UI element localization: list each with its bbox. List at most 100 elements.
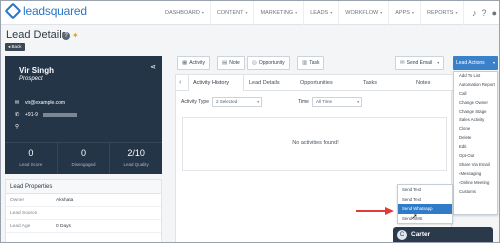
menu-item-edit[interactable]: Edit	[454, 143, 497, 152]
avatar: C	[397, 230, 407, 240]
menu-item-automation-report[interactable]: Automation Report	[454, 81, 497, 90]
chevron-down-icon: ▾	[411, 10, 414, 15]
chevron-down-icon: ▾	[492, 60, 495, 65]
lead-profile-card: Vir Singh Prospect ⋖ ✉ vir@example.com ✆…	[5, 56, 162, 174]
back-button[interactable]: ◂ Back	[5, 43, 25, 51]
tab-tasks[interactable]: Tasks	[363, 75, 377, 91]
tab-notes[interactable]: Notes	[416, 75, 430, 91]
tab-lead-details[interactable]: Lead Details	[249, 75, 280, 91]
add-opportunity-button[interactable]: ◎ Opportunity	[247, 56, 290, 70]
menu-item-change-owner[interactable]: Change Owner	[454, 99, 497, 108]
nav-content[interactable]: CONTENT ▾	[211, 1, 255, 25]
time-select[interactable]: All Time ▾	[312, 97, 362, 107]
nav-menu: DASHBOARD ▾ CONTENT ▾ MARKETING ▾ LEADS ▾ WO…	[159, 1, 465, 25]
annotation-arrow-icon	[356, 207, 394, 215]
messaging-submenu: Send Text Send Text Send Whatsapp Send S…	[397, 184, 453, 224]
nav-dashboard[interactable]: DASHBOARD ▾	[159, 1, 211, 25]
property-row: Lead Age 0 Days	[6, 220, 161, 233]
submenu-item-send-text[interactable]: Send Text	[398, 185, 452, 195]
email-icon: ✉	[14, 100, 20, 106]
title-bar: Lead Details ? ✦ ◂ Back	[1, 25, 499, 53]
lead-stage: Prospect	[19, 76, 43, 82]
medal-icon: ✦	[72, 31, 79, 40]
target-icon: ◎	[252, 60, 257, 66]
lead-phone[interactable]: +91-9	[25, 112, 38, 118]
menu-item-sales-activity[interactable]: Sales Activity	[454, 116, 497, 125]
menu-item-opt-out[interactable]: Opt-Out	[454, 152, 497, 161]
tab-opportunities[interactable]: Opportunities	[300, 75, 333, 91]
logo[interactable]: leadsquared	[4, 2, 87, 20]
time-label: Time	[298, 99, 309, 105]
chevron-down-icon: ▾	[330, 10, 333, 15]
property-row: Owner Akshata	[6, 194, 161, 207]
nav-icons: ♪ ? ●	[472, 7, 497, 19]
nav-apps[interactable]: APPS ▾	[389, 1, 421, 25]
menu-item-online-meeting[interactable]: ‹Online Meeting	[454, 179, 497, 188]
add-activity-button[interactable]: ▦ Activity	[177, 56, 211, 70]
send-email-button[interactable]: ✉ Send Email ▾	[395, 56, 445, 70]
lead-actions-menu: Add To List Automation Report Call Chang…	[453, 71, 498, 215]
chevron-down-icon: ▾	[295, 10, 298, 15]
nav-marketing[interactable]: MARKETING ▾	[254, 1, 305, 25]
menu-item-delete[interactable]: Delete	[454, 134, 497, 143]
tab-activity-history[interactable]: Activity History	[188, 75, 244, 91]
lead-properties: Lead Properties Owner Akshata Lead Source…	[5, 179, 162, 242]
add-task-button[interactable]: ▥ Task	[297, 56, 325, 70]
bell-icon[interactable]: ♪	[472, 7, 477, 19]
tab-bar: ‹ Activity History Lead Details Opportun…	[176, 75, 453, 91]
menu-item-change-stage[interactable]: Change Stage	[454, 108, 497, 117]
note-icon: ▤	[222, 60, 228, 66]
lead-actions-button[interactable]: Lead Actions ▾	[453, 56, 498, 70]
add-note-button[interactable]: ▤ Note	[217, 56, 245, 70]
chevron-left-icon[interactable]: ‹	[179, 75, 181, 91]
lead-location-row: ⚲	[14, 124, 20, 130]
menu-item-add-to-list[interactable]: Add To List	[454, 72, 497, 81]
property-row: Lead Source	[6, 207, 161, 220]
activity-type-select[interactable]: 2 Selected ▾	[212, 97, 262, 107]
chevron-down-icon: ▾	[380, 10, 383, 15]
submenu-item-send-text-2[interactable]: Send Text	[398, 195, 452, 205]
menu-item-customs[interactable]: Customs	[454, 188, 497, 197]
lead-phone-row: ✆ +91-9	[14, 112, 77, 118]
chevron-down-icon: ▾	[201, 10, 204, 15]
nav-workflow[interactable]: WORKFLOW ▾	[339, 1, 390, 25]
activity-type-label: Activity Type	[181, 99, 209, 105]
submenu-item-send-sms[interactable]: Send SMS	[398, 214, 452, 224]
chevron-down-icon: ▾	[437, 60, 440, 65]
stat-lead-score: 0 Lead Score	[5, 143, 58, 174]
lead-email[interactable]: vir@example.com	[25, 100, 65, 106]
nav-leads[interactable]: LEADS ▾	[304, 1, 340, 25]
chevron-down-icon: ▾	[257, 100, 259, 104]
lead-name: Vir Singh	[19, 66, 54, 75]
chevron-down-icon: ▾	[455, 10, 458, 15]
top-nav: leadsquared DASHBOARD ▾ CONTENT ▾ MARKETIN…	[1, 1, 499, 25]
stat-disengaged: 0 Disengaged	[58, 143, 111, 174]
activity-list: No activities found!	[182, 117, 447, 171]
logo-mark-icon	[4, 2, 22, 20]
menu-item-messaging[interactable]: ‹Messaging	[454, 170, 497, 179]
envelope-icon: ✉	[400, 60, 405, 66]
page-title: Lead Details	[6, 29, 68, 41]
lead-stats: 0 Lead Score 0 Disengaged 2/10 Lead Qual…	[5, 142, 162, 174]
masked-phone	[42, 113, 77, 117]
task-icon: ▥	[302, 60, 308, 66]
chat-widget[interactable]: C Carter	[393, 227, 493, 242]
chat-agent-name: Carter	[411, 231, 431, 238]
empty-message: No activities found!	[292, 140, 339, 146]
menu-item-call[interactable]: Call	[454, 90, 497, 99]
help-icon[interactable]: ?	[482, 7, 487, 19]
menu-item-clone[interactable]: Clone	[454, 125, 497, 134]
nav-reports[interactable]: REPORTS ▾	[421, 1, 465, 25]
menu-item-share-via-email[interactable]: Share Via Email	[454, 161, 497, 170]
user-icon[interactable]: ●	[492, 7, 497, 19]
mouse-pointer-icon: ➚	[411, 212, 418, 221]
chevron-down-icon: ▾	[245, 10, 248, 15]
lead-properties-heading: Lead Properties	[6, 180, 161, 194]
location-pin-icon: ⚲	[14, 124, 20, 130]
share-icon[interactable]: ⋖	[150, 63, 156, 71]
help-icon[interactable]: ?	[62, 32, 70, 40]
submenu-item-send-whatsapp[interactable]: Send Whatsapp	[398, 204, 452, 214]
phone-icon: ✆	[14, 112, 20, 118]
stat-lead-quality: 2/10 Lead Quality	[123, 148, 149, 167]
calendar-icon: ▦	[182, 60, 188, 66]
